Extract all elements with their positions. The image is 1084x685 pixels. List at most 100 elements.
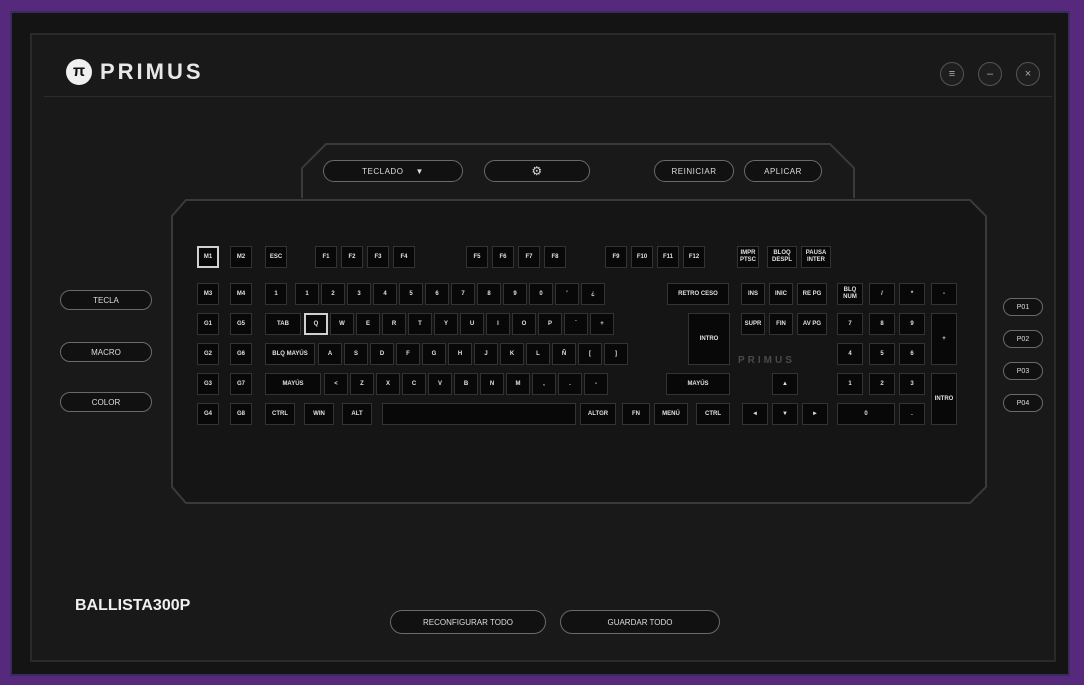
key-n5[interactable]: 5 bbox=[399, 283, 423, 305]
key-bloq-desp[interactable]: BLOQ DESPL bbox=[767, 246, 797, 268]
settings-button[interactable]: ⚙ bbox=[484, 160, 590, 182]
key-f10[interactable]: F10 bbox=[631, 246, 653, 268]
key-av-pag[interactable]: AV PG bbox=[797, 313, 827, 335]
key-g6[interactable]: G6 bbox=[230, 343, 252, 365]
key-ntilde[interactable]: Ñ bbox=[552, 343, 576, 365]
key-p[interactable]: P bbox=[538, 313, 562, 335]
key-inv-ex[interactable]: ¿ bbox=[581, 283, 605, 305]
key-np-dot[interactable]: . bbox=[899, 403, 925, 425]
key-s[interactable]: S bbox=[344, 343, 368, 365]
key-tab[interactable]: TAB bbox=[265, 313, 301, 335]
key-np-div[interactable]: / bbox=[869, 283, 895, 305]
key-n7[interactable]: 7 bbox=[451, 283, 475, 305]
key-alt[interactable]: ALT bbox=[342, 403, 372, 425]
key-m1[interactable]: M1 bbox=[197, 246, 219, 268]
key-d[interactable]: D bbox=[370, 343, 394, 365]
key-np-plus[interactable]: + bbox=[931, 313, 957, 365]
key-comma[interactable]: , bbox=[532, 373, 556, 395]
key-np6[interactable]: 6 bbox=[899, 343, 925, 365]
key-g5[interactable]: G5 bbox=[230, 313, 252, 335]
key-g1[interactable]: G1 bbox=[197, 313, 219, 335]
key-f3[interactable]: F3 bbox=[367, 246, 389, 268]
mode-select[interactable]: TECLADO ▼ bbox=[323, 160, 463, 182]
key-n8[interactable]: 8 bbox=[477, 283, 501, 305]
key-np7[interactable]: 7 bbox=[837, 313, 863, 335]
key-m4[interactable]: M4 bbox=[230, 283, 252, 305]
key-inic[interactable]: INIC bbox=[769, 283, 793, 305]
key-down[interactable]: ▼ bbox=[772, 403, 798, 425]
key-altgr[interactable]: ALTGR bbox=[580, 403, 616, 425]
key-esc[interactable]: ESC bbox=[265, 246, 287, 268]
profile-button-4[interactable]: P04 bbox=[1003, 394, 1043, 412]
key-f7[interactable]: F7 bbox=[518, 246, 540, 268]
key-lbr[interactable]: [ bbox=[578, 343, 602, 365]
key-v[interactable]: V bbox=[428, 373, 452, 395]
key-menu[interactable]: MENÚ bbox=[654, 403, 688, 425]
apply-button[interactable]: APLICAR bbox=[744, 160, 822, 182]
side-button-color[interactable]: COLOR bbox=[60, 392, 152, 412]
key-f4[interactable]: F4 bbox=[393, 246, 415, 268]
key-u[interactable]: U bbox=[460, 313, 484, 335]
key-k[interactable]: K bbox=[500, 343, 524, 365]
key-x[interactable]: X bbox=[376, 373, 400, 395]
key-f5[interactable]: F5 bbox=[466, 246, 488, 268]
key-ins[interactable]: INS bbox=[741, 283, 765, 305]
key-n6[interactable]: 6 bbox=[425, 283, 449, 305]
key-m3[interactable]: M3 bbox=[197, 283, 219, 305]
key-acute[interactable]: ´ bbox=[564, 313, 588, 335]
key-supr[interactable]: SUPR bbox=[741, 313, 765, 335]
key-z[interactable]: Z bbox=[350, 373, 374, 395]
profile-button-2[interactable]: P02 bbox=[1003, 330, 1043, 348]
key-m[interactable]: M bbox=[506, 373, 530, 395]
side-button-macro[interactable]: MACRO bbox=[60, 342, 152, 362]
key-f2[interactable]: F2 bbox=[341, 246, 363, 268]
key-np9[interactable]: 9 bbox=[899, 313, 925, 335]
key-m2[interactable]: M2 bbox=[230, 246, 252, 268]
key-g2[interactable]: G2 bbox=[197, 343, 219, 365]
key-bloq-mayus[interactable]: BLQ MAYÚS bbox=[265, 343, 315, 365]
key-grave[interactable]: 1 bbox=[265, 283, 287, 305]
key-impr[interactable]: IMPR PTSC bbox=[737, 246, 759, 268]
side-button-key[interactable]: TECLA bbox=[60, 290, 152, 310]
key-lt[interactable]: < bbox=[324, 373, 348, 395]
key-pausa[interactable]: PAUSA INTER bbox=[801, 246, 831, 268]
key-np-mul[interactable]: * bbox=[899, 283, 925, 305]
reset-button[interactable]: REINICIAR bbox=[654, 160, 734, 182]
key-bloq-num[interactable]: BLQ NUM bbox=[837, 283, 863, 305]
key-n2[interactable]: 2 bbox=[321, 283, 345, 305]
key-dot[interactable]: . bbox=[558, 373, 582, 395]
key-lctrl[interactable]: CTRL bbox=[265, 403, 295, 425]
key-np-min[interactable]: - bbox=[931, 283, 957, 305]
minimize-icon[interactable]: – bbox=[978, 62, 1002, 86]
key-c[interactable]: C bbox=[402, 373, 426, 395]
key-e[interactable]: E bbox=[356, 313, 380, 335]
save-all-button[interactable]: GUARDAR TODO bbox=[560, 610, 720, 634]
key-g7[interactable]: G7 bbox=[230, 373, 252, 395]
key-re-pag[interactable]: RE PG bbox=[797, 283, 827, 305]
key-g8[interactable]: G8 bbox=[230, 403, 252, 425]
key-right[interactable]: ► bbox=[802, 403, 828, 425]
key-g3[interactable]: G3 bbox=[197, 373, 219, 395]
key-fn[interactable]: FN bbox=[622, 403, 650, 425]
key-t[interactable]: T bbox=[408, 313, 432, 335]
key-rbr[interactable]: ] bbox=[604, 343, 628, 365]
close-icon[interactable]: × bbox=[1016, 62, 1040, 86]
key-fin[interactable]: FIN bbox=[769, 313, 793, 335]
key-h[interactable]: H bbox=[448, 343, 472, 365]
key-w[interactable]: W bbox=[330, 313, 354, 335]
key-space[interactable] bbox=[382, 403, 576, 425]
key-f11[interactable]: F11 bbox=[657, 246, 679, 268]
key-f12[interactable]: F12 bbox=[683, 246, 705, 268]
key-dash[interactable]: - bbox=[584, 373, 608, 395]
key-lshift[interactable]: MAYÚS bbox=[265, 373, 321, 395]
key-win[interactable]: WIN bbox=[304, 403, 334, 425]
key-np8[interactable]: 8 bbox=[869, 313, 895, 335]
key-left[interactable]: ◄ bbox=[742, 403, 768, 425]
key-np4[interactable]: 4 bbox=[837, 343, 863, 365]
key-rctrl[interactable]: CTRL bbox=[696, 403, 730, 425]
key-q[interactable]: Q bbox=[304, 313, 328, 335]
key-retro[interactable]: RETRO CESO bbox=[667, 283, 729, 305]
key-n3[interactable]: 3 bbox=[347, 283, 371, 305]
key-l[interactable]: L bbox=[526, 343, 550, 365]
key-b[interactable]: B bbox=[454, 373, 478, 395]
